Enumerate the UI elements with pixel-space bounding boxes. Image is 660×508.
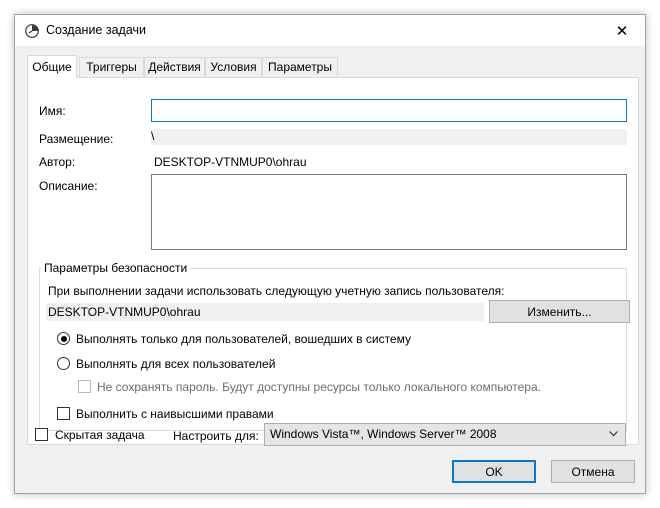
do-not-store-password-label: Не сохранять пароль. Будут доступны ресу… — [97, 380, 541, 394]
change-user-button[interactable]: Изменить... — [489, 300, 630, 323]
create-task-dialog: Создание задачи ✕ Общие Триггеры Действи… — [14, 14, 646, 494]
window-title: Создание задачи — [46, 23, 146, 37]
name-label: Имя: — [39, 104, 66, 118]
tab-actions[interactable]: Действия — [144, 57, 205, 77]
highest-privileges-label[interactable]: Выполнить с наивысшими правами — [76, 407, 274, 421]
author-value: DESKTOP-VTNMUP0\ohrau — [154, 155, 307, 169]
chevron-down-icon — [609, 431, 618, 437]
tab-conditions[interactable]: Условия — [205, 57, 262, 77]
description-input[interactable] — [151, 174, 627, 250]
title-bar[interactable]: Создание задачи ✕ — [15, 15, 645, 46]
location-value: \ — [151, 129, 155, 143]
author-label: Автор: — [39, 155, 76, 169]
cancel-button[interactable]: Отмена — [551, 460, 635, 483]
close-icon: ✕ — [615, 22, 629, 40]
account-prompt: При выполнении задачи использовать следу… — [48, 284, 505, 298]
hidden-task-label[interactable]: Скрытая задача — [55, 428, 145, 442]
security-group-title: Параметры безопасности — [41, 261, 191, 275]
run-logged-on-radio[interactable] — [57, 332, 70, 345]
run-logged-on-label[interactable]: Выполнять только для пользователей, воше… — [76, 332, 411, 346]
task-scheduler-clock-icon — [25, 24, 39, 38]
location-field: \ — [151, 129, 627, 145]
tab-general[interactable]: Общие — [27, 55, 77, 78]
ok-button[interactable]: OK — [452, 460, 536, 483]
run-all-users-radio[interactable] — [57, 357, 70, 370]
account-value: DESKTOP-VTNMUP0\ohrau — [48, 305, 201, 319]
configure-for-label: Настроить для: — [173, 429, 259, 443]
highest-privileges-checkbox[interactable] — [57, 407, 70, 420]
description-label: Описание: — [39, 179, 98, 193]
location-label: Размещение: — [39, 132, 114, 146]
general-tab-panel: Имя: Размещение: \ Автор: DESKTOP-VTNMUP… — [27, 77, 639, 445]
configure-for-select[interactable]: Windows Vista™, Windows Server™ 2008 — [264, 423, 626, 446]
do-not-store-password-checkbox[interactable] — [78, 380, 91, 393]
run-all-users-label[interactable]: Выполнять для всех пользователей — [76, 357, 275, 371]
account-field: DESKTOP-VTNMUP0\ohrau — [46, 303, 484, 321]
tab-triggers[interactable]: Триггеры — [79, 57, 144, 77]
close-button[interactable]: ✕ — [599, 15, 645, 46]
tab-settings[interactable]: Параметры — [262, 57, 338, 77]
name-input[interactable] — [151, 99, 627, 122]
hidden-task-checkbox[interactable] — [35, 428, 48, 441]
